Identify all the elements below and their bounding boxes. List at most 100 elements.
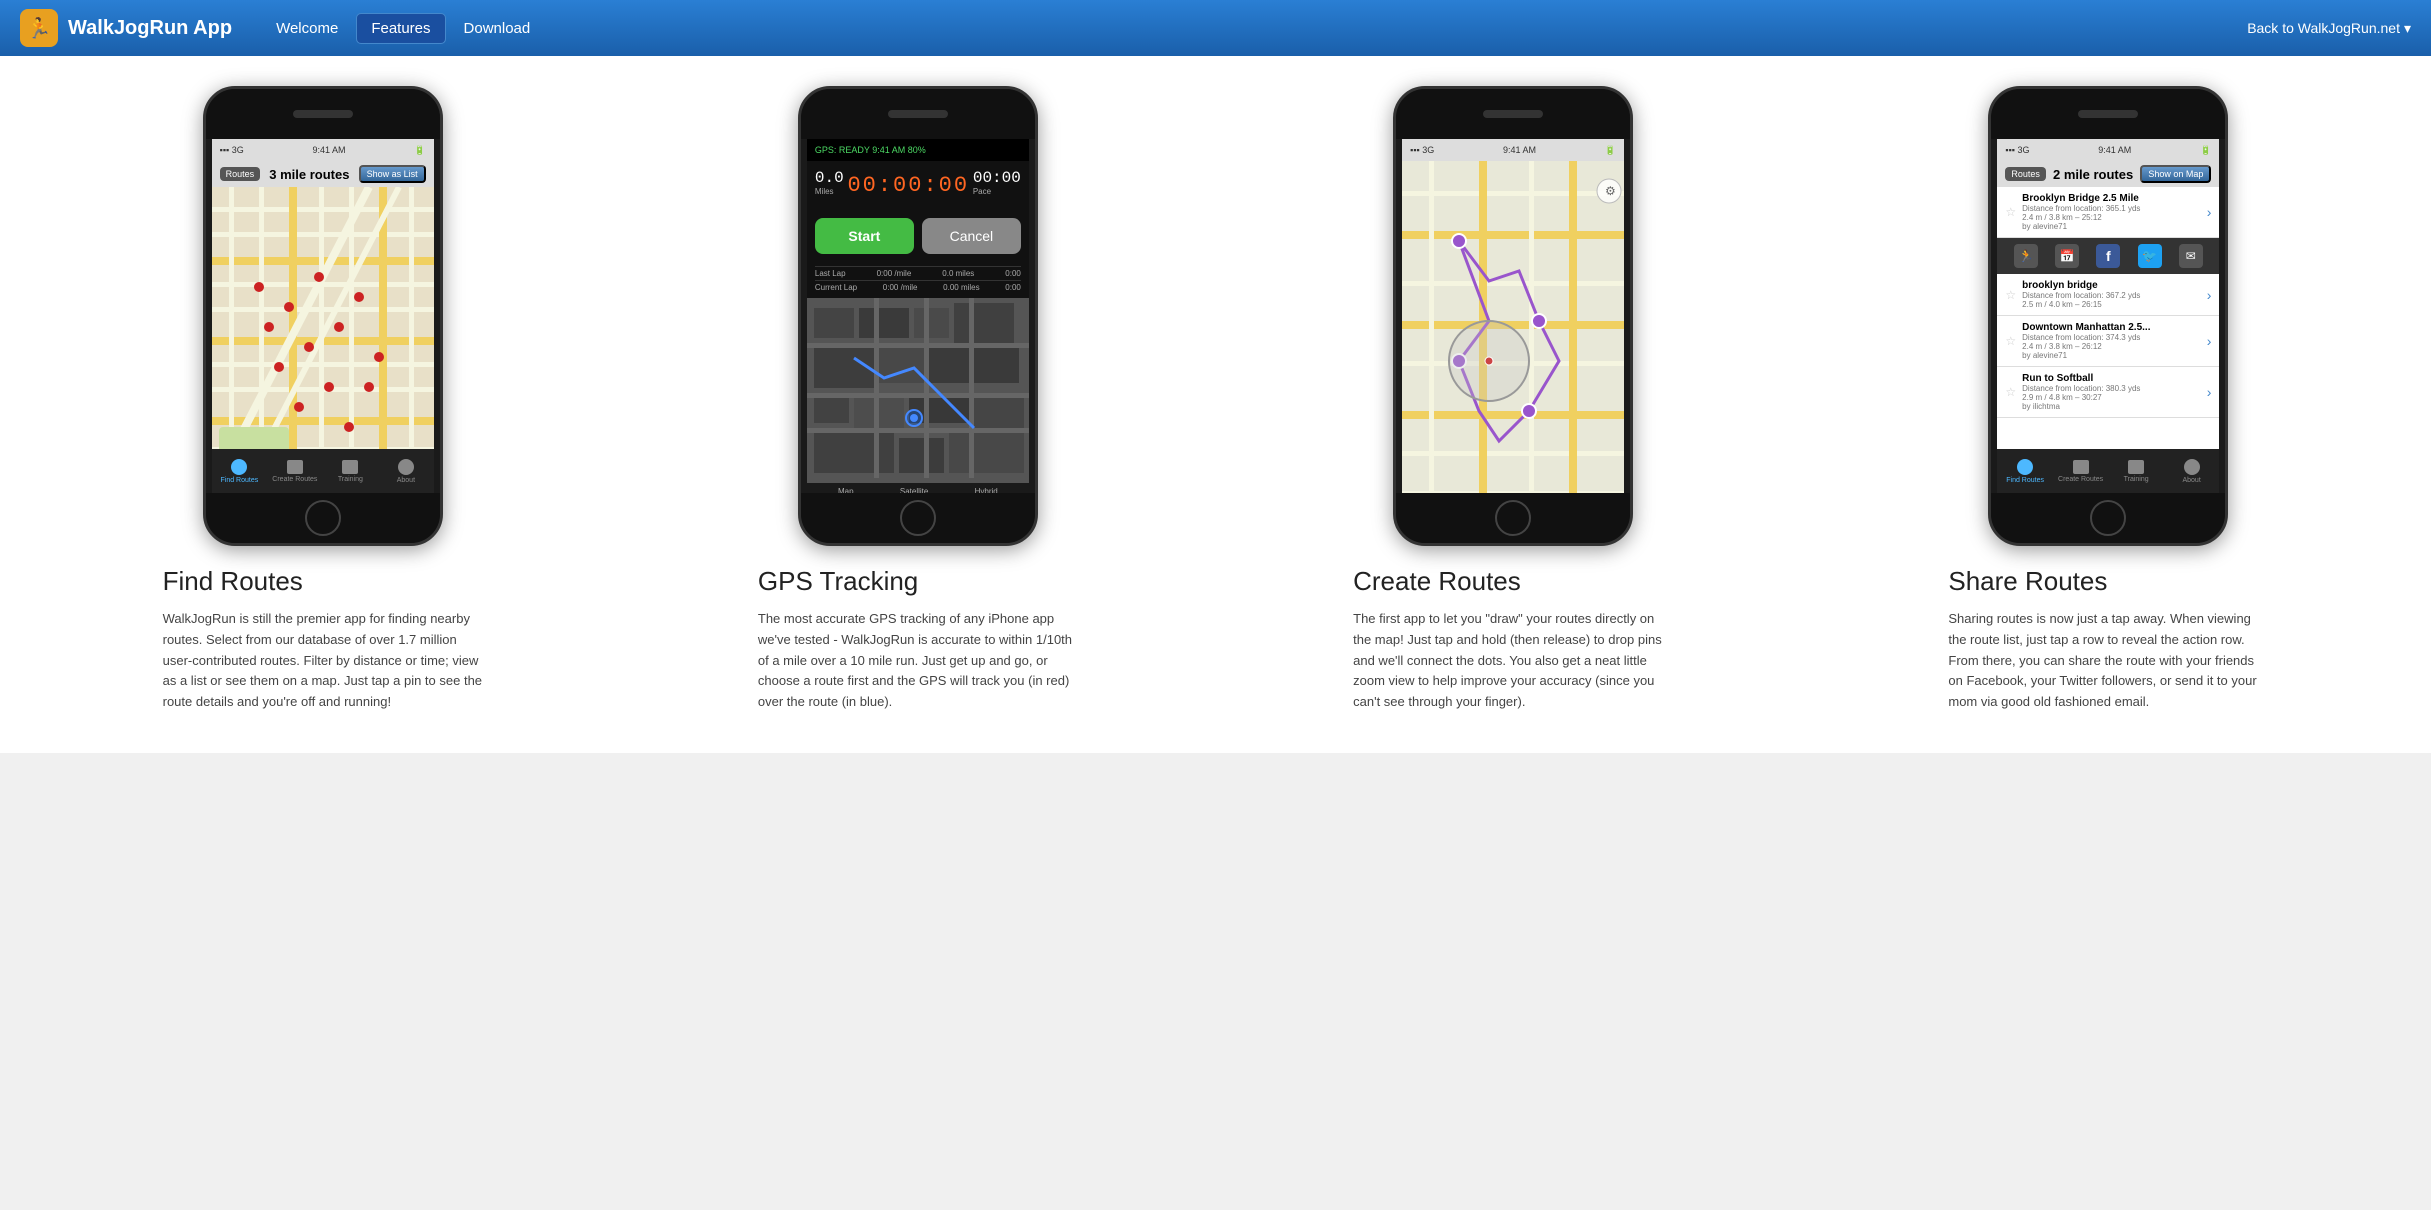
tab-create-routes-4[interactable]: Create Routes	[2053, 460, 2109, 483]
share-routes-phone: ▪▪▪ 3G 9:41 AM 🔋 Routes 2 mile routes Sh…	[1988, 86, 2228, 546]
tab-find-routes-4[interactable]: Find Routes	[1997, 459, 2053, 484]
tab-about-1[interactable]: About	[378, 459, 434, 484]
status-bar-4: ▪▪▪ 3G 9:41 AM 🔋	[1997, 139, 2219, 161]
desc-text-1: WalkJogRun is still the premier app for …	[163, 609, 483, 713]
chevron-2: ›	[2207, 287, 2212, 303]
time-3: 9:41 AM	[1503, 145, 1536, 155]
create-icon-4	[2073, 460, 2089, 474]
route-item-3[interactable]: ☆ Downtown Manhattan 2.5... Distance fro…	[1997, 316, 2219, 367]
home-button-4[interactable]	[2090, 500, 2126, 536]
last-lap-mid: 0:00 /mile	[877, 269, 912, 278]
current-lap-right: 0.00 miles	[943, 283, 979, 292]
routes-title-1: 3 mile routes	[269, 167, 349, 182]
tab-find-routes-1[interactable]: Find Routes	[212, 459, 268, 484]
descriptions-row: Find Routes WalkJogRun is still the prem…	[10, 546, 2421, 713]
home-button-1[interactable]	[305, 500, 341, 536]
tab-label-find-4: Find Routes	[2006, 477, 2044, 484]
nav-features[interactable]: Features	[356, 13, 445, 44]
route-item-4[interactable]: ☆ Run to Softball Distance from location…	[1997, 367, 2219, 418]
find-routes-app-header: Routes 3 mile routes Show as List	[212, 161, 434, 187]
gps-stats-row: 0.0 Miles 00:00:00 00:00 Pace	[807, 161, 1029, 210]
tab-training-1[interactable]: Training	[323, 460, 379, 483]
battery-1: 🔋	[414, 145, 425, 156]
phone-speaker-4	[2078, 110, 2138, 118]
home-button-2[interactable]	[900, 500, 936, 536]
time-4: 9:41 AM	[2098, 145, 2131, 155]
phone-notch-2	[801, 89, 1035, 139]
status-bar-2: GPS: READY 9:41 AM 80%	[807, 139, 1029, 161]
star-1: ☆	[2005, 205, 2016, 219]
route-meta-4b: 2.9 m / 4.8 km – 30:27	[2022, 393, 2201, 402]
desc-title-3: Create Routes	[1353, 566, 1673, 597]
header: 🏃 WalkJogRun App Welcome Features Downlo…	[0, 0, 2431, 56]
route-info-4: Run to Softball Distance from location: …	[2022, 373, 2201, 411]
route-item-1[interactable]: ☆ Brooklyn Bridge 2.5 Mile Distance from…	[1997, 187, 2219, 238]
phone-speaker-1	[293, 110, 353, 118]
current-lap-mid: 0:00 /mile	[883, 283, 918, 292]
tab-bar-1: Find Routes Create Routes Training	[212, 449, 434, 493]
desc-title-2: GPS Tracking	[758, 566, 1078, 597]
satellite-map-svg	[807, 298, 1029, 478]
nav-download[interactable]: Download	[450, 14, 545, 43]
tab-about-4[interactable]: About	[2164, 459, 2220, 484]
chevron-4: ›	[2207, 384, 2212, 400]
tab-training-4[interactable]: Training	[2108, 460, 2164, 483]
desc-title-1: Find Routes	[163, 566, 483, 597]
time-1: 9:41 AM	[313, 145, 346, 155]
phone-speaker-3	[1483, 110, 1543, 118]
gps-ready: GPS: READY 9:41 AM 80%	[815, 145, 926, 155]
nav-welcome[interactable]: Welcome	[262, 14, 352, 43]
route-meta-2a: Distance from location: 367.2 yds	[2022, 291, 2201, 300]
signal-4: ▪▪▪ 3G	[2005, 145, 2029, 155]
desc-gps-tracking: GPS Tracking The most accurate GPS track…	[758, 566, 1078, 713]
show-on-map-btn[interactable]: Show on Map	[2140, 165, 2211, 183]
find-routes-screen: ▪▪▪ 3G 9:41 AM 🔋 Routes 3 mile routes Sh…	[212, 139, 434, 493]
cancel-button[interactable]: Cancel	[922, 218, 1021, 254]
route-item-2[interactable]: ☆ brooklyn bridge Distance from location…	[1997, 274, 2219, 316]
route-meta-1a: Distance from location: 365.1 yds	[2022, 204, 2201, 213]
routes-button-4[interactable]: Routes	[2005, 167, 2046, 181]
star-3: ☆	[2005, 334, 2016, 348]
route-name-4: Run to Softball	[2022, 373, 2201, 384]
miles-label: Miles	[815, 187, 844, 196]
show-as-list-btn[interactable]: Show as List	[359, 165, 426, 183]
route-name-1: Brooklyn Bridge 2.5 Mile	[2022, 193, 2201, 204]
back-link[interactable]: Back to WalkJogRun.net ▾	[2247, 20, 2411, 37]
calendar-icon-1	[342, 460, 358, 474]
status-bar-1: ▪▪▪ 3G 9:41 AM 🔋	[212, 139, 434, 161]
calendar-share-icon[interactable]: 📅	[2055, 244, 2079, 268]
app-title: WalkJogRun App	[68, 17, 232, 40]
gps-lap-info: Last Lap 0:00 /mile 0.0 miles 0:00 Curre…	[807, 262, 1029, 298]
share-app-header: Routes 2 mile routes Show on Map	[1997, 161, 2219, 187]
create-routes-phone: ▪▪▪ 3G 9:41 AM 🔋	[1393, 86, 1633, 546]
tab-label-about-4: About	[2182, 477, 2200, 484]
tab-create-routes-1[interactable]: Create Routes	[267, 460, 323, 483]
phone-notch-1	[206, 89, 440, 139]
gps-timer: 00:00:00	[847, 169, 969, 202]
email-icon[interactable]: ✉	[2179, 244, 2203, 268]
home-button-3[interactable]	[1495, 500, 1531, 536]
twitter-icon[interactable]: 🐦	[2138, 244, 2162, 268]
routes-button-1[interactable]: Routes	[220, 167, 261, 181]
find-routes-map: Google	[212, 187, 434, 493]
route-meta-3a: Distance from location: 374.3 yds	[2022, 333, 2201, 342]
find-routes-phone: ▪▪▪ 3G 9:41 AM 🔋 Routes 3 mile routes Sh…	[203, 86, 443, 546]
routes-title-4: 2 mile routes	[2053, 167, 2133, 182]
route-name-3: Downtown Manhattan 2.5...	[2022, 322, 2201, 333]
create-routes-map: ⚙ Google	[1402, 161, 1624, 493]
run-icon[interactable]: 🏃	[2014, 244, 2038, 268]
start-button[interactable]: Start	[815, 218, 914, 254]
chevron-1: ›	[2207, 204, 2212, 220]
find-routes-section: ▪▪▪ 3G 9:41 AM 🔋 Routes 3 mile routes Sh…	[30, 86, 615, 546]
facebook-icon[interactable]: f	[2096, 244, 2120, 268]
timer-value: 00:00:00	[847, 169, 969, 202]
logo-area: 🏃 WalkJogRun App	[20, 9, 232, 47]
route-info-3: Downtown Manhattan 2.5... Distance from …	[2022, 322, 2201, 360]
tab-label-train-1: Training	[338, 476, 363, 483]
desc-title-4: Share Routes	[1948, 566, 2268, 597]
tab-label-about-1: About	[397, 477, 415, 484]
tab-label-train-4: Training	[2124, 476, 2149, 483]
info-icon-1	[398, 459, 414, 475]
map-svg-1: Google	[212, 187, 434, 493]
create-routes-screen: ▪▪▪ 3G 9:41 AM 🔋	[1402, 139, 1624, 493]
